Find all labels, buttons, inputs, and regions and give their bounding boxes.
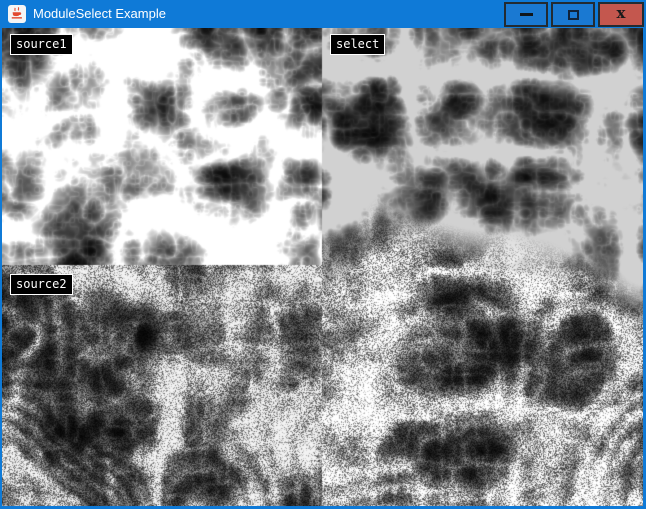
window-frame: ModuleSelect Example x source1 select so… [0, 0, 646, 509]
close-button[interactable]: x [598, 2, 644, 27]
noise-render-canvas [2, 28, 643, 506]
window-controls: x [501, 2, 644, 27]
noise-viewport: source1 select source2 [2, 28, 643, 506]
source1-label: source1 [10, 34, 73, 55]
minimize-icon [520, 13, 533, 16]
titlebar[interactable]: ModuleSelect Example x [0, 0, 646, 28]
maximize-button[interactable] [551, 2, 595, 27]
select-label: select [330, 34, 385, 55]
java-coffee-cup-icon[interactable] [8, 5, 26, 23]
minimize-button[interactable] [504, 2, 548, 27]
source2-label: source2 [10, 274, 73, 295]
maximize-icon [568, 10, 579, 20]
close-icon: x [617, 6, 626, 21]
window-title: ModuleSelect Example [33, 0, 166, 28]
